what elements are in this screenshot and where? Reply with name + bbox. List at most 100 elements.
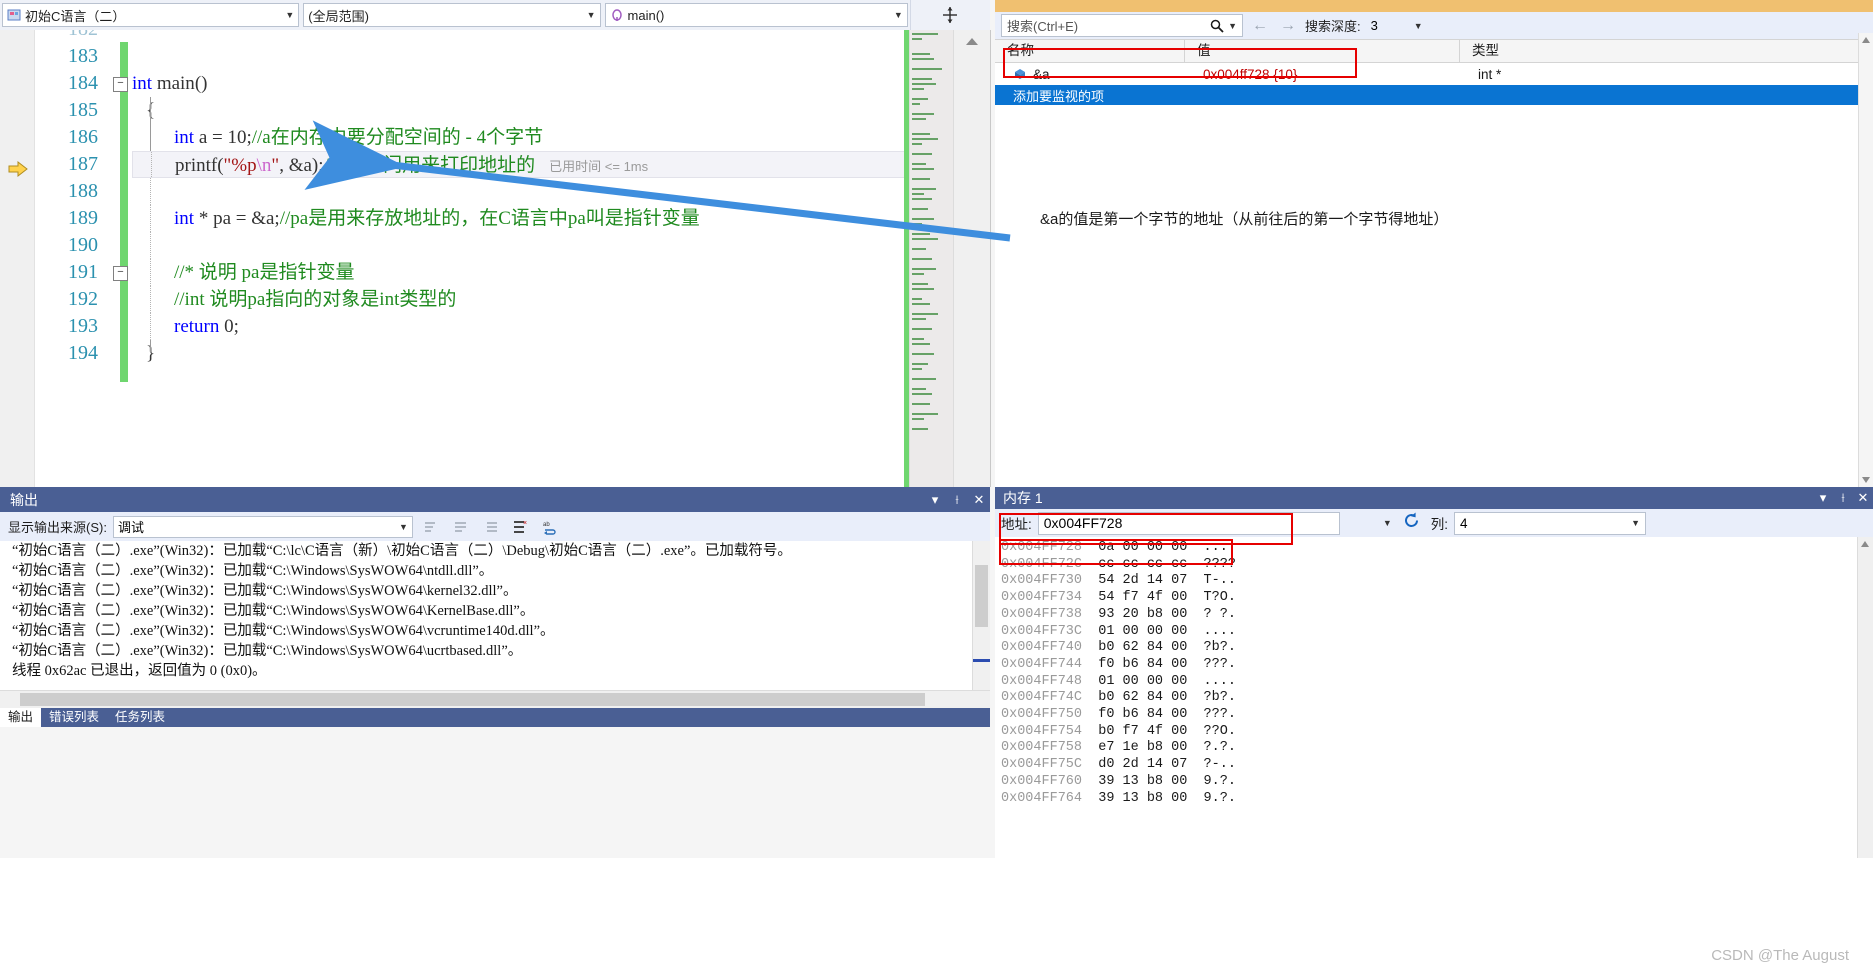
- chevron-down-icon[interactable]: ▼: [581, 10, 596, 20]
- memory-row-address: 0x004FF74C: [1001, 690, 1099, 706]
- code-line[interactable]: [132, 232, 910, 259]
- chevron-down-icon[interactable]: ▾: [924, 492, 946, 508]
- output-tab-2[interactable]: 任务列表: [107, 708, 173, 727]
- code-line[interactable]: − int main(): [113, 70, 910, 97]
- word-wrap-button[interactable]: [449, 516, 473, 538]
- close-icon[interactable]: ✕: [968, 492, 990, 508]
- memory-row[interactable]: 0x004FF740 b0 62 84 00 ?b?.: [995, 640, 1858, 657]
- output-source-combo[interactable]: 调试 ▼: [112, 515, 413, 538]
- code-token: printf(: [175, 155, 224, 176]
- memory-row[interactable]: 0x004FF728 0a 00 00 00 ....: [995, 540, 1858, 557]
- watch-vertical-scrollbar[interactable]: [1858, 33, 1873, 487]
- watch-row-name-cell[interactable]: &a: [995, 67, 1203, 82]
- split-window-button[interactable]: [909, 0, 990, 30]
- memory-row[interactable]: 0x004FF758 e7 1e b8 00 ?.?.: [995, 740, 1858, 757]
- clear-all-button[interactable]: [419, 516, 443, 538]
- memory-row[interactable]: 0x004FF748 01 00 00 00 ....: [995, 674, 1858, 691]
- clear-output-button[interactable]: ×: [509, 516, 533, 538]
- indent-button[interactable]: [479, 516, 503, 538]
- memory-row[interactable]: 0x004FF754 b0 f7 4f 00 ??O.: [995, 724, 1858, 741]
- pin-icon[interactable]: ⟊: [946, 492, 968, 508]
- pin-icon[interactable]: ⟊: [1833, 490, 1853, 506]
- memory-row[interactable]: 0x004FF764 39 13 b8 00 9.?.: [995, 791, 1858, 808]
- memory-row[interactable]: 0x004FF74C b0 62 84 00 ?b?.: [995, 690, 1858, 707]
- memory-address-dropdown[interactable]: ▼: [1346, 518, 1392, 528]
- editor-gutter[interactable]: [0, 30, 35, 487]
- column-header-name[interactable]: 名称: [995, 40, 1185, 62]
- editor-navigation-bar: 初始C语言（二） ▼ (全局范围) ▼ main() ▼: [0, 0, 990, 31]
- minimap-line: [912, 168, 934, 170]
- chevron-down-icon[interactable]: ▾: [1813, 490, 1833, 506]
- watch-search-box[interactable]: 搜索(Ctrl+E) ▼: [1001, 14, 1243, 37]
- scrollbar-thumb[interactable]: [975, 565, 988, 627]
- code-line[interactable]: [132, 43, 910, 70]
- chevron-down-icon[interactable]: ▼: [399, 522, 408, 532]
- code-line[interactable]: [132, 178, 910, 205]
- memory-refresh-button[interactable]: [1398, 511, 1425, 535]
- memory-columns-combo[interactable]: 4 ▼: [1454, 511, 1647, 535]
- collapse-toggle-icon[interactable]: −: [113, 266, 128, 281]
- function-selector-combo[interactable]: main() ▼: [604, 3, 908, 27]
- minimap[interactable]: [909, 30, 954, 487]
- add-watch-item-row[interactable]: 添加要监视的项: [995, 85, 1873, 105]
- memory-address-input[interactable]: 0x004FF728: [1037, 511, 1340, 535]
- chevron-down-icon[interactable]: ▼: [279, 10, 294, 20]
- scroll-up-icon[interactable]: [966, 38, 978, 45]
- code-editor[interactable]: 182183184185186187188189190191192193194 …: [0, 30, 991, 487]
- code-line[interactable]: − //* 说明 pa是指针变量: [113, 259, 910, 286]
- code-text-area[interactable]: − int main(){int a = 10;//a在内存中要分配空间的 - 4…: [113, 30, 910, 473]
- memory-dump[interactable]: 0x004FF728 0a 00 00 00 .... 0x004FF72C cc…: [995, 537, 1858, 858]
- memory-row[interactable]: 0x004FF75C d0 2d 14 07 ?-..: [995, 757, 1858, 774]
- close-icon[interactable]: ✕: [1853, 490, 1873, 506]
- memory-row[interactable]: 0x004FF750 f0 b6 84 00 ???.: [995, 707, 1858, 724]
- memory-vertical-scrollbar[interactable]: [1857, 537, 1873, 858]
- scroll-up-icon[interactable]: [1861, 541, 1869, 547]
- scope-selector-combo[interactable]: (全局范围) ▼: [303, 3, 601, 27]
- watch-row-value[interactable]: 0x004ff728 {10}: [1203, 67, 1478, 82]
- go-to-message-button[interactable]: ab: [539, 516, 563, 538]
- code-line[interactable]: }: [132, 340, 910, 367]
- memory-row[interactable]: 0x004FF744 f0 b6 84 00 ???.: [995, 657, 1858, 674]
- search-input[interactable]: 搜索(Ctrl+E): [1007, 16, 1209, 35]
- collapse-toggle-icon[interactable]: −: [113, 77, 128, 92]
- arrow-right-icon[interactable]: →: [1277, 17, 1299, 35]
- arrow-left-icon[interactable]: ←: [1249, 17, 1271, 35]
- output-vertical-scrollbar[interactable]: [972, 541, 990, 691]
- code-line[interactable]: [132, 30, 910, 43]
- search-icon[interactable]: [1209, 18, 1225, 34]
- memory-row[interactable]: 0x004FF760 39 13 b8 00 9.?.: [995, 774, 1858, 791]
- minimap-line: [912, 418, 924, 420]
- code-token: int: [174, 208, 199, 229]
- chevron-down-icon[interactable]: ▼: [1225, 21, 1237, 31]
- code-line[interactable]: int a = 10;//a在内存中要分配空间的 - 4个字节: [132, 124, 910, 151]
- output-horizontal-scrollbar[interactable]: [0, 690, 990, 708]
- scrollbar-thumb[interactable]: [20, 693, 925, 706]
- code-line[interactable]: return 0;: [132, 313, 910, 340]
- memory-row[interactable]: 0x004FF73C 01 00 00 00 ....: [995, 624, 1858, 641]
- code-line[interactable]: int * pa = &a;//pa是用来存放地址的，在C语言中pa叫是指针变量: [132, 205, 910, 232]
- output-dock-tabs[interactable]: 输出 错误列表 任务列表: [0, 708, 990, 727]
- code-line[interactable]: {: [132, 97, 910, 124]
- project-selector-combo[interactable]: 初始C语言（二） ▼: [2, 3, 300, 27]
- code-line[interactable]: //int 说明pa指向的对象是int类型的: [132, 286, 910, 313]
- chevron-down-icon[interactable]: ▼: [1383, 518, 1392, 528]
- memory-row[interactable]: 0x004FF730 54 2d 14 07 T-..: [995, 573, 1858, 590]
- memory-row[interactable]: 0x004FF72C cc cc cc cc ????: [995, 557, 1858, 574]
- output-tab-0[interactable]: 输出: [0, 708, 42, 727]
- column-header-value[interactable]: 值: [1185, 40, 1460, 62]
- scroll-up-icon[interactable]: [1862, 37, 1870, 43]
- search-depth-combo[interactable]: 3 ▼: [1366, 15, 1427, 36]
- memory-row[interactable]: 0x004FF738 93 20 b8 00 ? ?.: [995, 607, 1858, 624]
- table-row[interactable]: &a 0x004ff728 {10} int *: [995, 63, 1873, 85]
- memory-row[interactable]: 0x004FF734 54 f7 4f 00 T?O.: [995, 590, 1858, 607]
- editor-vertical-scrollbar[interactable]: [953, 30, 990, 487]
- scroll-down-icon[interactable]: [1862, 477, 1870, 483]
- chevron-down-icon[interactable]: ▼: [1414, 21, 1423, 31]
- output-tab-1[interactable]: 错误列表: [41, 708, 107, 727]
- chevron-down-icon[interactable]: ▼: [1631, 518, 1640, 528]
- column-header-type[interactable]: 类型: [1460, 40, 1859, 62]
- code-line[interactable]: printf("%p\n", &a);//%p 专门用来打印地址的 已用时间 <=…: [132, 151, 910, 178]
- output-text[interactable]: “初始C语言（二）.exe”(Win32)：已加载“C:\lc\C语言（新）\初…: [0, 541, 990, 691]
- chevron-down-icon[interactable]: ▼: [888, 10, 903, 20]
- code-token: int: [132, 73, 157, 94]
